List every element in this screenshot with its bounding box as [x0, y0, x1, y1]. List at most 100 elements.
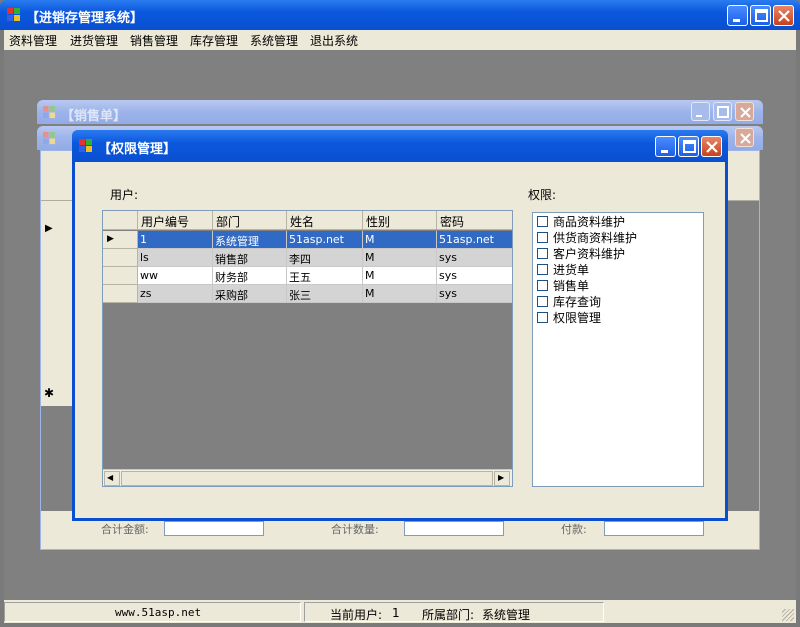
permission-item[interactable]: 销售单: [533, 277, 703, 293]
app-icon: [7, 8, 20, 21]
column-header-password[interactable]: 密码: [437, 211, 512, 230]
table-cell[interactable]: M: [363, 285, 437, 303]
maximize-button[interactable]: [713, 102, 732, 121]
minimize-icon: [696, 115, 702, 117]
maximize-icon: [717, 106, 729, 118]
table-cell[interactable]: M: [363, 249, 437, 267]
menu-item-sales[interactable]: 销售管理: [130, 32, 178, 49]
table-row[interactable]: ▶ 1 系统管理 51asp.net M 51asp.net: [103, 231, 512, 249]
table-cell[interactable]: 51asp.net: [287, 231, 363, 249]
users-grid: 用户编号 部门 姓名 性别 密码 ▶ 1 系统管理 51asp.net M 51…: [102, 210, 513, 487]
permission-item[interactable]: 库存查询: [533, 293, 703, 309]
row-header[interactable]: [103, 249, 138, 267]
table-cell[interactable]: ls: [138, 249, 213, 267]
checkbox[interactable]: [537, 264, 548, 275]
grid-corner-header: [103, 211, 138, 230]
row-header[interactable]: [103, 285, 138, 303]
close-button[interactable]: [701, 136, 722, 157]
app-title: 【进销存管理系统】: [26, 11, 144, 26]
permission-item[interactable]: 进货单: [533, 261, 703, 277]
user-label: 用户:: [110, 188, 139, 202]
horizontal-scrollbar[interactable]: ◀ ▶: [103, 469, 512, 486]
minimize-icon: [733, 19, 740, 22]
menu-item-stock[interactable]: 库存管理: [190, 32, 238, 49]
minimize-button[interactable]: [727, 5, 748, 26]
current-user-value: 1: [392, 606, 400, 620]
permission-window-body: 用户: 权限: 用户编号 部门 姓名 性别 密码 ▶ 1 系统管理 51asp.…: [75, 162, 725, 518]
checkbox[interactable]: [537, 232, 548, 243]
permission-window-titlebar[interactable]: 【权限管理】: [72, 130, 728, 162]
total-amount-label: 合计金额:: [101, 523, 149, 536]
checkbox[interactable]: [537, 248, 548, 259]
checkbox[interactable]: [537, 296, 548, 307]
total-amount-field[interactable]: [164, 521, 264, 536]
table-cell[interactable]: 张三: [287, 285, 363, 303]
column-header-department[interactable]: 部门: [213, 211, 287, 230]
status-bar: www.51asp.net 当前用户: 1 所属部门: 系统管理: [4, 600, 796, 623]
scroll-right-icon: ▶: [498, 473, 505, 482]
total-quantity-field[interactable]: [404, 521, 504, 536]
checkbox[interactable]: [537, 216, 548, 227]
column-header-name[interactable]: 姓名: [287, 211, 363, 230]
table-row[interactable]: ls 销售部 李四 M sys: [103, 249, 512, 267]
menu-bar: 资料管理 进货管理 销售管理 库存管理 系统管理 退出系统: [4, 30, 796, 50]
department-label: 所属部门:: [422, 608, 475, 622]
minimize-button[interactable]: [691, 102, 710, 121]
checkbox[interactable]: [537, 312, 548, 323]
row-header[interactable]: [103, 267, 138, 285]
table-cell[interactable]: zs: [138, 285, 213, 303]
column-header-user-id[interactable]: 用户编号: [138, 211, 213, 230]
sales-window-titlebar[interactable]: 【销售单】: [37, 100, 763, 124]
table-cell[interactable]: 系统管理: [213, 231, 287, 249]
menu-item-purchase[interactable]: 进货管理: [70, 32, 118, 49]
menu-item-data[interactable]: 资料管理: [9, 32, 57, 49]
table-cell[interactable]: M: [363, 231, 437, 249]
permission-window: 【权限管理】 用户: 权限: 用户编号 部门 姓名 性别 密码 ▶ 1 系统管理: [72, 130, 728, 521]
table-cell[interactable]: sys: [437, 267, 512, 285]
table-cell[interactable]: 1: [138, 231, 213, 249]
scroll-left-button[interactable]: ◀: [104, 471, 120, 486]
table-cell[interactable]: 采购部: [213, 285, 287, 303]
close-button[interactable]: [773, 5, 794, 26]
scroll-thumb[interactable]: [121, 471, 493, 486]
maximize-icon: [755, 9, 768, 22]
scroll-right-button[interactable]: ▶: [494, 471, 510, 486]
table-row[interactable]: ww 财务部 王五 M sys: [103, 267, 512, 285]
status-panel-site: www.51asp.net: [4, 602, 301, 622]
table-row[interactable]: zs 采购部 张三 M sys: [103, 285, 512, 303]
permission-label: 权限:: [528, 188, 557, 202]
close-icon: [778, 10, 790, 22]
table-cell[interactable]: 财务部: [213, 267, 287, 285]
table-cell[interactable]: sys: [437, 249, 512, 267]
table-cell[interactable]: ww: [138, 267, 213, 285]
permission-item[interactable]: 客户资料维护: [533, 245, 703, 261]
close-button[interactable]: [735, 102, 754, 121]
permission-item[interactable]: 商品资料维护: [533, 213, 703, 229]
column-header-gender[interactable]: 性别: [363, 211, 437, 230]
table-cell[interactable]: 51asp.net: [437, 231, 512, 249]
resize-grip[interactable]: [782, 609, 794, 621]
minimize-button[interactable]: [655, 136, 676, 157]
table-cell[interactable]: 王五: [287, 267, 363, 285]
app-icon: [43, 106, 56, 119]
maximize-button[interactable]: [678, 136, 699, 157]
app-titlebar[interactable]: 【进销存管理系统】: [0, 0, 800, 30]
payment-field[interactable]: [604, 521, 704, 536]
row-header[interactable]: ▶: [103, 231, 138, 249]
menu-item-exit[interactable]: 退出系统: [310, 32, 358, 49]
checkbox[interactable]: [537, 280, 548, 291]
maximize-icon: [683, 140, 696, 153]
payment-label: 付款:: [561, 523, 587, 536]
current-user-label: 当前用户:: [330, 608, 383, 622]
permission-item[interactable]: 供货商资料维护: [533, 229, 703, 245]
table-cell[interactable]: sys: [437, 285, 512, 303]
current-row-arrow: ▶: [107, 234, 114, 244]
table-cell[interactable]: M: [363, 267, 437, 285]
permission-item[interactable]: 权限管理: [533, 309, 703, 325]
table-cell[interactable]: 销售部: [213, 249, 287, 267]
menu-item-system[interactable]: 系统管理: [250, 32, 298, 49]
close-icon: [706, 141, 718, 153]
maximize-button[interactable]: [750, 5, 771, 26]
table-cell[interactable]: 李四: [287, 249, 363, 267]
close-button[interactable]: [735, 128, 754, 147]
